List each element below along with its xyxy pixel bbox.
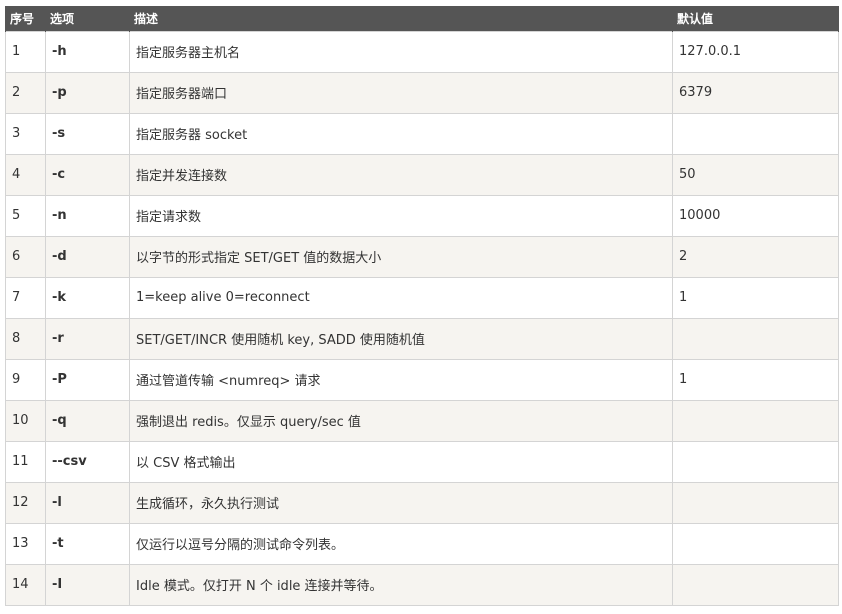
row-number-cell: 7 — [5, 276, 46, 319]
row-default-cell: 1 — [672, 358, 839, 401]
row-default-cell: 10000 — [672, 194, 839, 237]
row-number-cell: 9 — [5, 358, 46, 401]
row-description-cell: 生成循环，永久执行测试 — [129, 481, 673, 524]
row-number-cell: 3 — [5, 112, 46, 155]
row-description-cell: SET/GET/INCR 使用随机 key, SADD 使用随机值 — [129, 317, 673, 360]
row-description-cell: 指定请求数 — [129, 194, 673, 237]
row-option-cell: -P — [45, 358, 130, 401]
row-description-cell: 以字节的形式指定 SET/GET 值的数据大小 — [129, 235, 673, 278]
table-row: 2 -p 指定服务器端口 6379 — [5, 71, 839, 114]
row-default-cell: 6379 — [672, 71, 839, 114]
row-number-cell: 14 — [5, 563, 46, 606]
row-number-cell: 6 — [5, 235, 46, 278]
row-default-cell — [672, 399, 839, 442]
row-default-cell — [672, 563, 839, 606]
row-number-cell: 13 — [5, 522, 46, 565]
row-number-cell: 2 — [5, 71, 46, 114]
table-header-row: 序号 选项 描述 默认值 — [5, 6, 839, 31]
row-default-cell: 1 — [672, 276, 839, 319]
row-option-cell: -h — [45, 30, 130, 73]
row-option-cell: -t — [45, 522, 130, 565]
row-default-cell — [672, 440, 839, 483]
row-description-cell: 1=keep alive 0=reconnect — [129, 276, 673, 319]
row-option-cell: -k — [45, 276, 130, 319]
row-number-cell: 8 — [5, 317, 46, 360]
table-row: 11 --csv 以 CSV 格式输出 — [5, 440, 839, 483]
row-option-cell: -r — [45, 317, 130, 360]
row-default-cell — [672, 112, 839, 155]
table-row: 5 -n 指定请求数 10000 — [5, 194, 839, 237]
row-option-cell: -c — [45, 153, 130, 196]
row-number-cell: 4 — [5, 153, 46, 196]
row-number-cell: 12 — [5, 481, 46, 524]
row-description-cell: 以 CSV 格式输出 — [129, 440, 673, 483]
row-default-cell: 127.0.0.1 — [672, 30, 839, 73]
row-description-cell: Idle 模式。仅打开 N 个 idle 连接并等待。 — [129, 563, 673, 606]
row-option-cell: --csv — [45, 440, 130, 483]
table-row: 10 -q 强制退出 redis。仅显示 query/sec 值 — [5, 399, 839, 442]
table-row: 3 -s 指定服务器 socket — [5, 112, 839, 155]
table-row: 4 -c 指定并发连接数 50 — [5, 153, 839, 196]
header-description: 描述 — [129, 6, 673, 31]
table-body: 1 -h 指定服务器主机名 127.0.0.1 2 -p 指定服务器端口 6379 3 -s 指定服… — [5, 30, 839, 606]
row-option-cell: -p — [45, 71, 130, 114]
table-row: 1 -h 指定服务器主机名 127.0.0.1 — [5, 30, 839, 73]
table-container: 序号 选项 描述 默认值 1 -h 指定服务器主机名 127.0.0.1 2 -p 指定服务… — [5, 6, 839, 606]
row-default-cell — [672, 317, 839, 360]
header-option: 选项 — [45, 6, 130, 31]
row-option-cell: -d — [45, 235, 130, 278]
table-row: 12 -l 生成循环，永久执行测试 — [5, 481, 839, 524]
row-option-cell: -l — [45, 481, 130, 524]
table-row: 14 -I Idle 模式。仅打开 N 个 idle 连接并等待。 — [5, 563, 839, 606]
row-description-cell: 指定服务器 socket — [129, 112, 673, 155]
row-option-cell: -q — [45, 399, 130, 442]
row-number-cell: 10 — [5, 399, 46, 442]
header-default: 默认值 — [672, 6, 839, 31]
row-option-cell: -I — [45, 563, 130, 606]
row-default-cell: 2 — [672, 235, 839, 278]
options-table: 序号 选项 描述 默认值 1 -h 指定服务器主机名 127.0.0.1 2 -p 指定服务… — [5, 6, 839, 606]
table-row: 13 -t 仅运行以逗号分隔的测试命令列表。 — [5, 522, 839, 565]
table-row: 7 -k 1=keep alive 0=reconnect 1 — [5, 276, 839, 319]
row-description-cell: 通过管道传输 <numreq> 请求 — [129, 358, 673, 401]
row-default-cell — [672, 522, 839, 565]
row-description-cell: 指定服务器端口 — [129, 71, 673, 114]
row-number-cell: 5 — [5, 194, 46, 237]
row-default-cell: 50 — [672, 153, 839, 196]
row-number-cell: 11 — [5, 440, 46, 483]
row-description-cell: 仅运行以逗号分隔的测试命令列表。 — [129, 522, 673, 565]
row-number-cell: 1 — [5, 30, 46, 73]
table-row: 9 -P 通过管道传输 <numreq> 请求 1 — [5, 358, 839, 401]
table-row: 8 -r SET/GET/INCR 使用随机 key, SADD 使用随机值 — [5, 317, 839, 360]
table-row: 6 -d 以字节的形式指定 SET/GET 值的数据大小 2 — [5, 235, 839, 278]
row-option-cell: -n — [45, 194, 130, 237]
row-default-cell — [672, 481, 839, 524]
row-description-cell: 指定并发连接数 — [129, 153, 673, 196]
row-description-cell: 强制退出 redis。仅显示 query/sec 值 — [129, 399, 673, 442]
header-number: 序号 — [5, 6, 46, 31]
row-option-cell: -s — [45, 112, 130, 155]
row-description-cell: 指定服务器主机名 — [129, 30, 673, 73]
